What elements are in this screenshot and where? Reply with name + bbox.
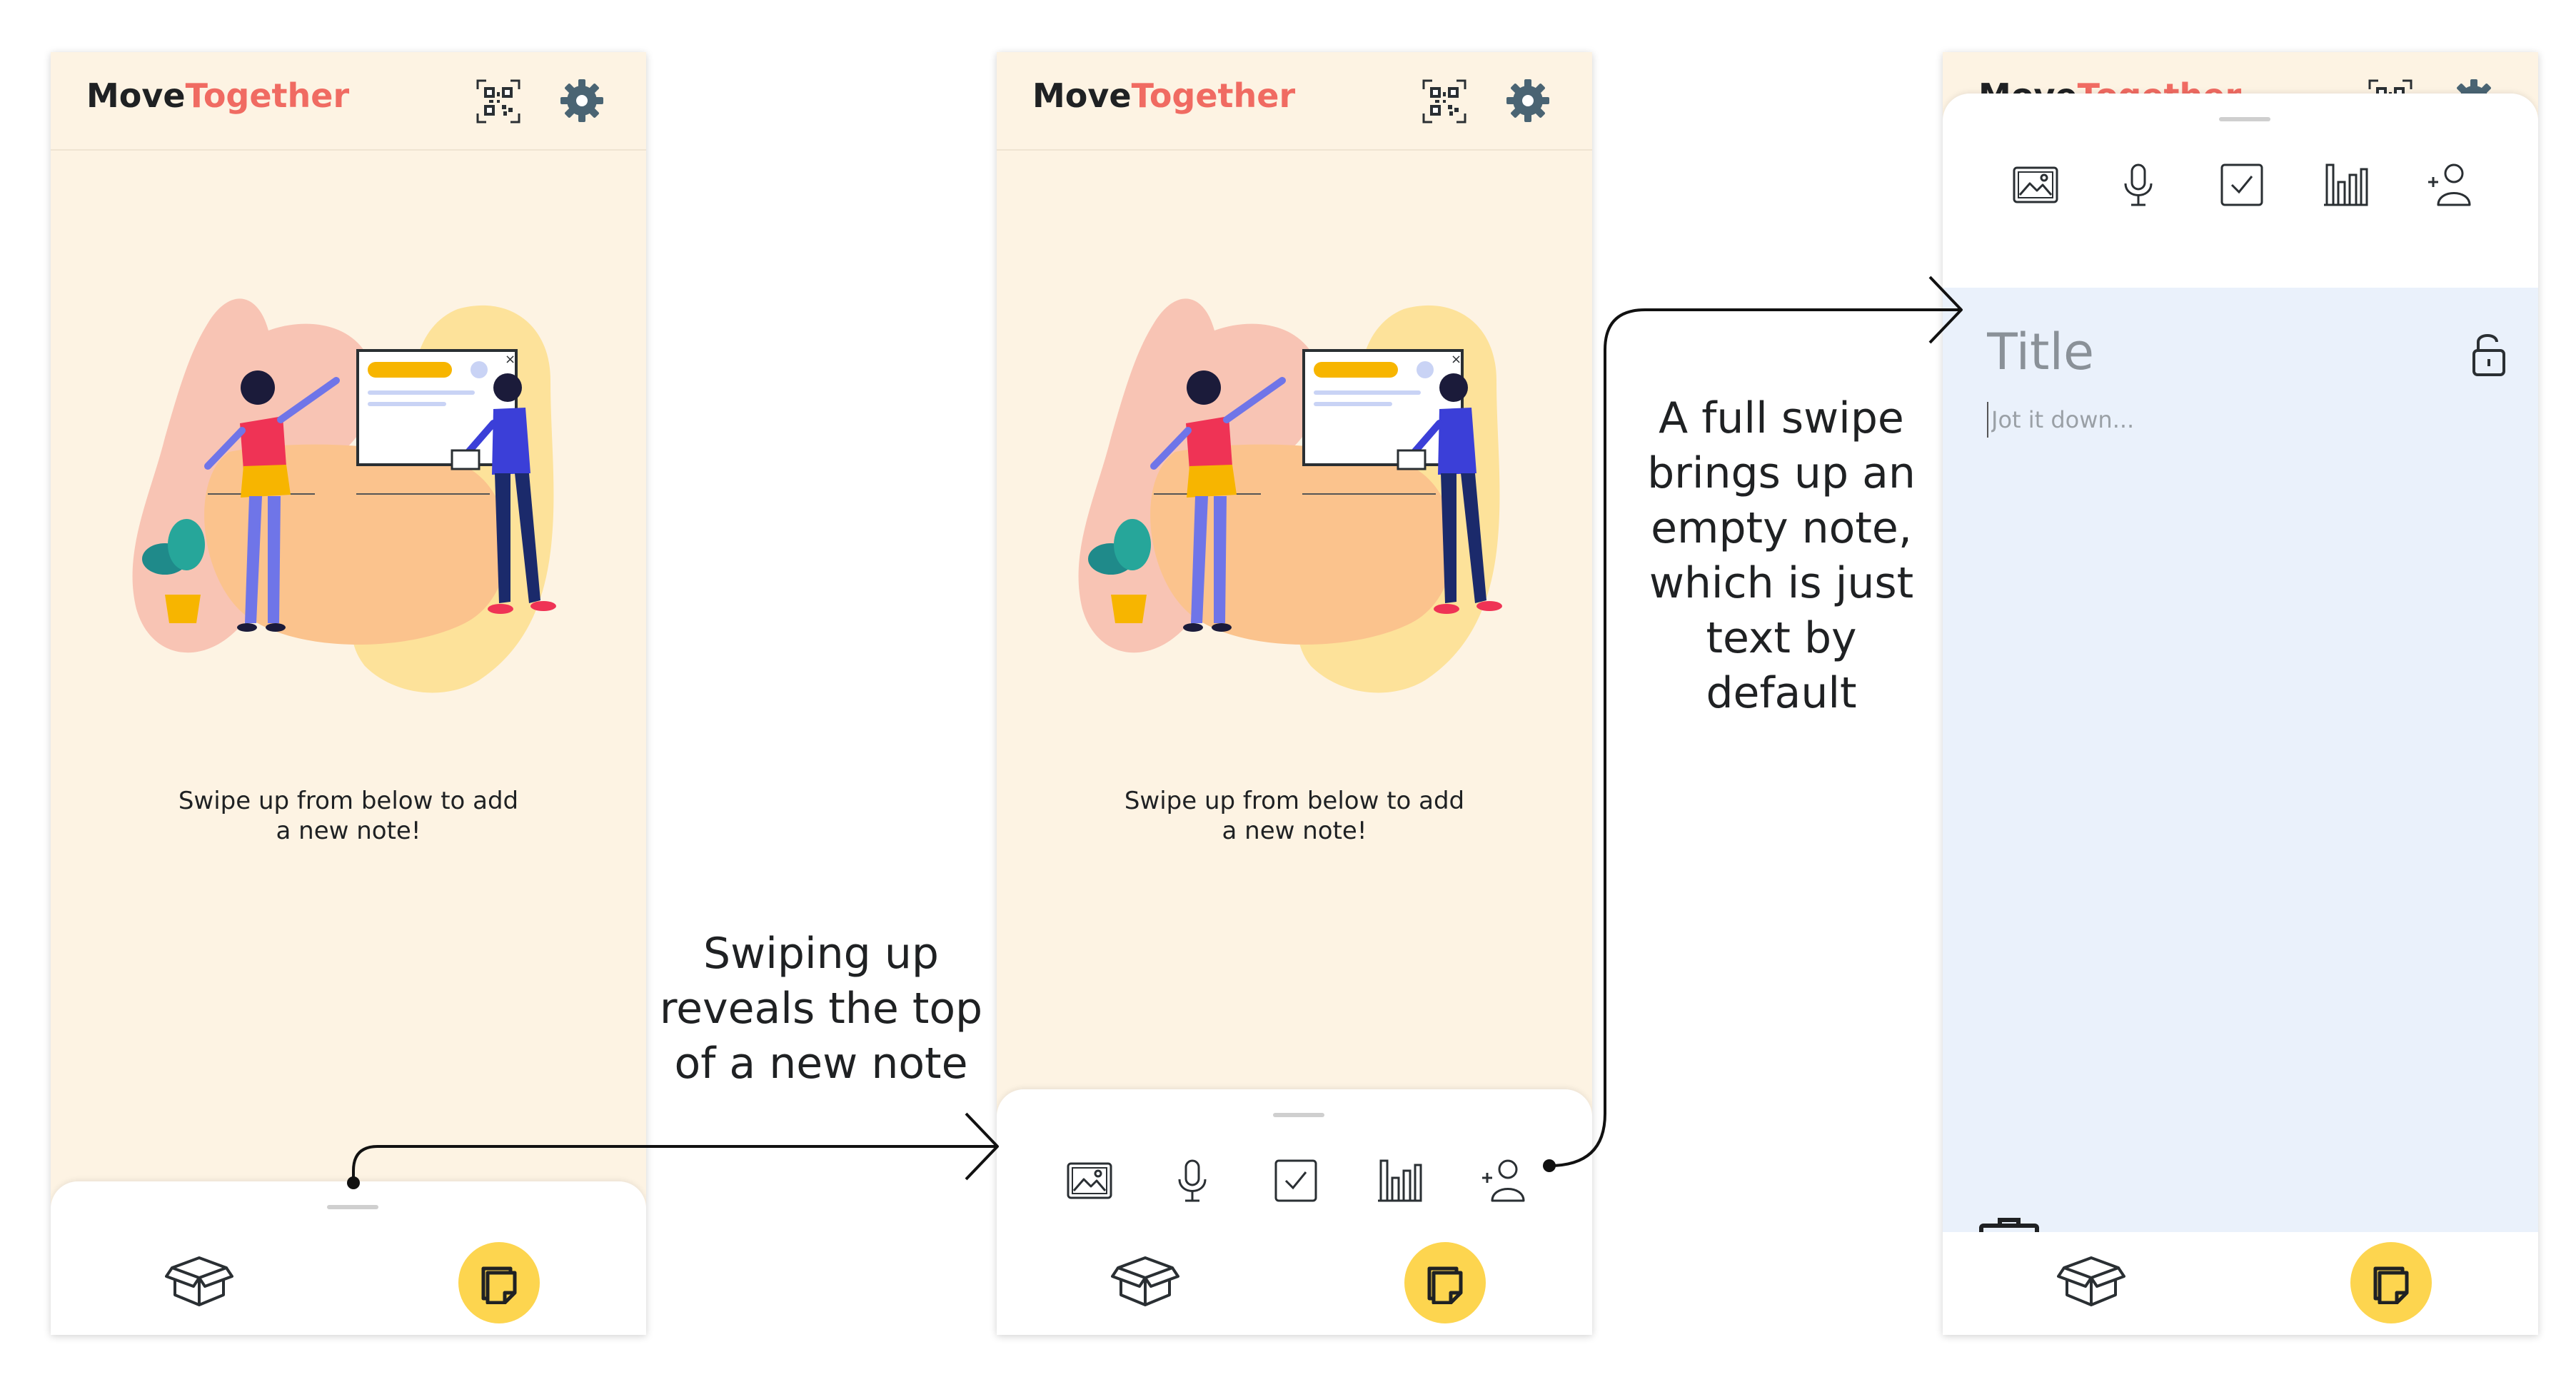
logo-move: Move <box>1032 76 1132 115</box>
bar-chart-icon[interactable] <box>1375 1156 1424 1205</box>
checkbox-icon[interactable] <box>2218 161 2266 209</box>
bottom-nav <box>997 1232 1592 1335</box>
add-person-icon[interactable] <box>2425 161 2474 209</box>
qr-code-icon[interactable] <box>476 79 520 123</box>
app-logo: MoveTogether <box>1032 76 1295 115</box>
app-bar: MoveTogether <box>51 52 646 151</box>
arrowhead-swipe-partial <box>965 1112 999 1181</box>
empty-state-illustration <box>1068 295 1568 752</box>
notes-button[interactable] <box>2350 1242 2432 1323</box>
notes-button[interactable] <box>1404 1242 1486 1323</box>
app-logo: MoveTogether <box>86 76 349 115</box>
gear-icon[interactable] <box>1505 78 1551 123</box>
note-title-input[interactable] <box>1987 323 2415 380</box>
empty-state-message: Swipe up from below to add a new note! <box>178 787 519 845</box>
empty-state-illustration <box>122 295 622 752</box>
image-icon[interactable] <box>2011 161 2060 209</box>
drag-handle[interactable] <box>327 1205 378 1209</box>
archive-box-icon[interactable] <box>165 1252 233 1309</box>
qr-code-icon[interactable] <box>1422 79 1466 123</box>
phone-screen-2: MoveTogether Swipe up from below to add … <box>997 52 1592 1335</box>
archive-box-icon[interactable] <box>2057 1252 2125 1309</box>
add-person-icon[interactable] <box>1479 1156 1528 1205</box>
checkbox-icon[interactable] <box>1272 1156 1320 1205</box>
notes-icon <box>478 1261 520 1304</box>
note-editor <box>1943 288 2538 1285</box>
drag-handle[interactable] <box>2219 117 2270 121</box>
notes-icon <box>1424 1261 1466 1304</box>
note-body-input[interactable] <box>1987 402 2491 438</box>
image-icon[interactable] <box>1065 1156 1114 1205</box>
bottom-nav <box>51 1232 646 1335</box>
phone-screen-1: MoveTogether Swipe up from below to add … <box>51 52 646 1335</box>
logo-move: Move <box>86 76 186 115</box>
empty-state-message: Swipe up from below to add a new note! <box>1124 787 1465 845</box>
microphone-icon[interactable] <box>1168 1156 1217 1205</box>
microphone-icon[interactable] <box>2114 161 2163 209</box>
annotation-swipe-full: A full swipe brings up an empty note, wh… <box>1647 393 1916 718</box>
phone-screen-3: MoveTogether <box>1943 52 2538 1335</box>
annotation-swipe-partial: Swiping up reveals the top of a new note <box>659 929 983 1089</box>
bottom-nav <box>1943 1232 2538 1335</box>
notes-icon <box>2370 1261 2413 1304</box>
notes-button[interactable] <box>458 1242 540 1323</box>
note-sheet-full <box>1943 94 2538 1335</box>
gear-icon[interactable] <box>559 78 605 123</box>
app-bar: MoveTogether <box>997 52 1592 151</box>
logo-together: Together <box>1131 76 1296 115</box>
unlock-icon[interactable] <box>2470 331 2508 378</box>
archive-box-icon[interactable] <box>1111 1252 1179 1309</box>
drag-handle[interactable] <box>1273 1113 1324 1117</box>
logo-together: Together <box>185 76 350 115</box>
bar-chart-icon[interactable] <box>2321 161 2370 209</box>
